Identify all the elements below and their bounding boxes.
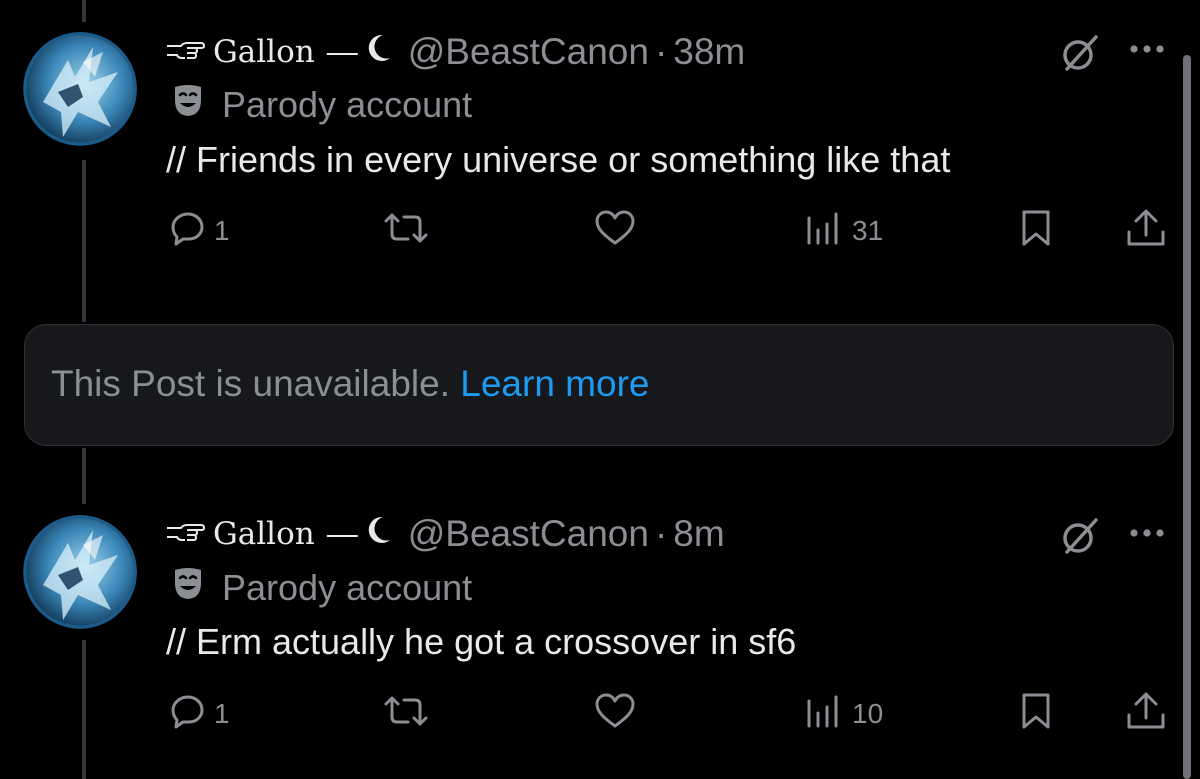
- separator-dot: ·: [654, 31, 668, 72]
- crescent-moon-icon: [368, 515, 392, 553]
- bookmark-button[interactable]: [1018, 209, 1054, 253]
- display-name-text: Gallon: [213, 516, 315, 552]
- display-name-text: Gallon: [213, 34, 315, 70]
- repost-icon: [382, 210, 430, 253]
- share-button[interactable]: [1125, 209, 1167, 253]
- views-chart-icon: [804, 693, 844, 736]
- views-chart-icon: [804, 210, 844, 253]
- reply-count: 1: [214, 698, 230, 729]
- theater-mask-icon: [172, 567, 204, 610]
- learn-more-link[interactable]: Learn more: [460, 363, 649, 404]
- parody-badge: Parody account: [172, 566, 472, 610]
- unavailable-post-notice: This Post is unavailable. Learn more: [24, 324, 1174, 446]
- bookmark-button[interactable]: [1018, 692, 1054, 736]
- views-button[interactable]: 31: [804, 209, 883, 253]
- heart-icon: [594, 210, 636, 253]
- views-count: 10: [852, 698, 884, 729]
- share-button[interactable]: [1125, 692, 1167, 736]
- separator-dot: ·: [654, 513, 668, 554]
- repost-button[interactable]: [382, 209, 438, 253]
- reply-icon: [170, 693, 206, 736]
- reply-count: 1: [214, 215, 230, 246]
- unavailable-message-line: This Post is unavailable. Learn more: [51, 361, 649, 407]
- avatar[interactable]: [23, 32, 137, 146]
- post-text: // Friends in every universe or somethin…: [166, 139, 951, 180]
- more-dots-icon[interactable]: [1127, 526, 1169, 540]
- post[interactable]: Gallon — @BeastCanon · 38m Parody accoun…: [0, 0, 1200, 300]
- repost-button[interactable]: [382, 692, 438, 736]
- more-dots-icon[interactable]: [1127, 42, 1169, 56]
- theater-mask-icon: [172, 84, 204, 127]
- like-button[interactable]: [594, 209, 644, 253]
- views-count: 31: [852, 215, 884, 246]
- grok-icon[interactable]: [1058, 31, 1102, 80]
- reply-button[interactable]: 1: [170, 692, 230, 736]
- like-button[interactable]: [594, 692, 644, 736]
- name-dash: —: [326, 516, 358, 551]
- crescent-moon-icon: [368, 33, 392, 71]
- bookmark-icon: [1018, 692, 1054, 737]
- post-text: // Erm actually he got a crossover in sf…: [166, 621, 797, 662]
- share-icon: [1125, 208, 1167, 255]
- action-bar: 1: [0, 209, 1200, 253]
- parody-label: Parody account: [222, 84, 473, 125]
- pointing-hand-icon: [165, 34, 205, 70]
- avatar[interactable]: [23, 515, 137, 629]
- timestamp[interactable]: 8m: [673, 513, 724, 555]
- post-header: Gallon — @BeastCanon · 8m: [165, 509, 725, 559]
- timestamp[interactable]: 38m: [673, 31, 745, 73]
- unavailable-message: This Post is unavailable.: [51, 363, 450, 404]
- display-name[interactable]: Gallon —: [165, 515, 392, 553]
- reply-button[interactable]: 1: [170, 209, 230, 253]
- parody-label: Parody account: [222, 567, 473, 608]
- reply-icon: [170, 210, 206, 253]
- parody-badge: Parody account: [172, 83, 472, 127]
- action-bar: 1: [0, 692, 1200, 736]
- grok-icon[interactable]: [1058, 514, 1102, 563]
- handle[interactable]: @BeastCanon: [408, 31, 649, 73]
- bookmark-icon: [1018, 209, 1054, 254]
- pointing-hand-icon: [165, 516, 205, 552]
- handle[interactable]: @BeastCanon: [408, 513, 649, 555]
- display-name[interactable]: Gallon —: [165, 33, 392, 71]
- repost-icon: [382, 693, 430, 736]
- name-dash: —: [326, 34, 358, 69]
- heart-icon: [594, 693, 636, 736]
- share-icon: [1125, 691, 1167, 738]
- views-button[interactable]: 10: [804, 692, 883, 736]
- post-header: Gallon — @BeastCanon · 38m: [165, 27, 745, 77]
- post[interactable]: Gallon — @BeastCanon · 8m Parody account…: [0, 486, 1200, 779]
